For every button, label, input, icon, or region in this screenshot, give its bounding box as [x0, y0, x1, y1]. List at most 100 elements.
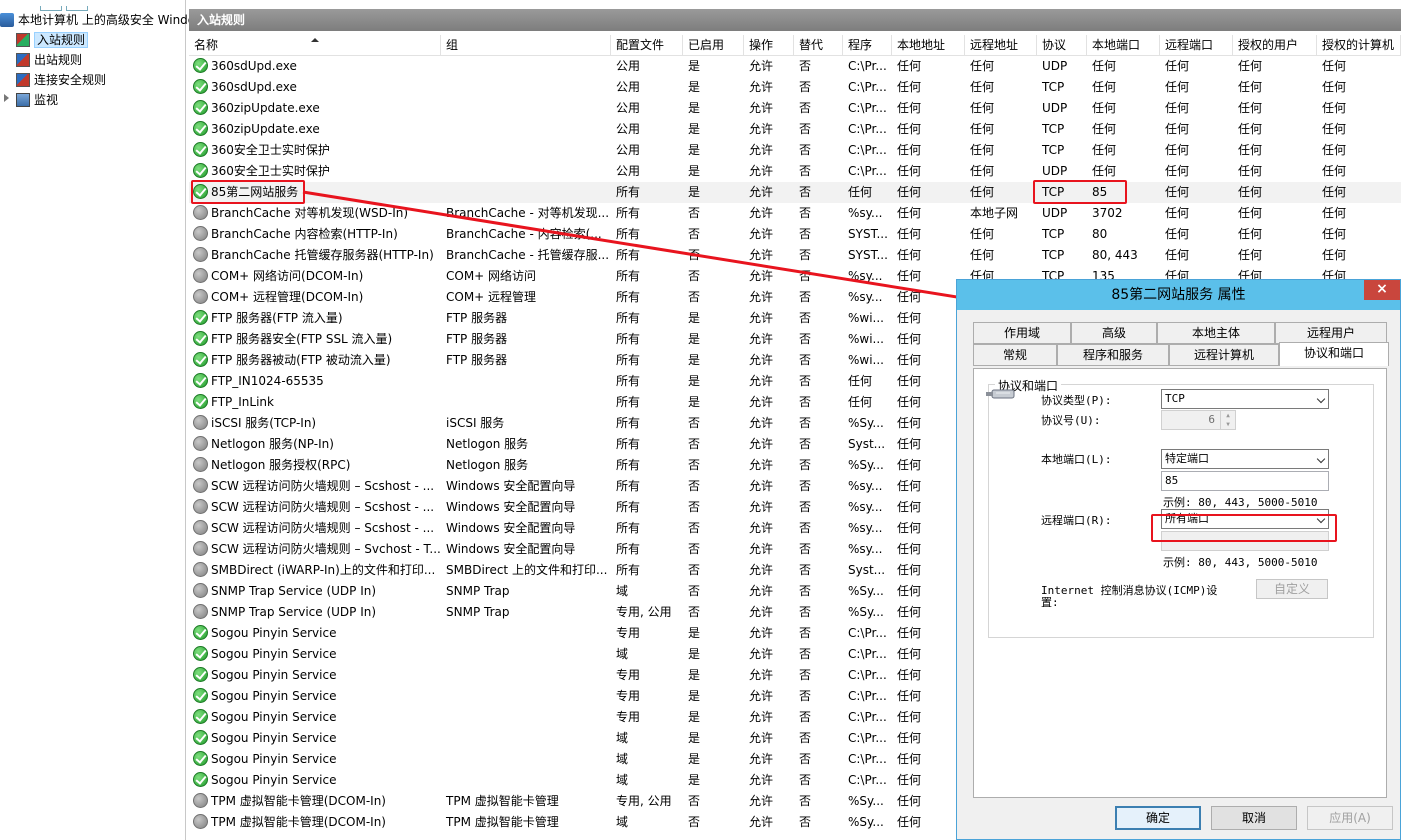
- rule-cell: 360sdUpd.exe: [189, 56, 441, 77]
- rule-cell: 允许: [749, 689, 774, 703]
- rule-cell: 是: [688, 311, 701, 325]
- rule-cell: TCP: [1042, 80, 1065, 94]
- rule-cell: 任何: [1238, 227, 1263, 241]
- tab-programs-services[interactable]: 程序和服务: [1057, 344, 1169, 366]
- rule-row[interactable]: BranchCache 托管缓存服务器(HTTP-In) BranchCache …: [189, 245, 1401, 266]
- customize-button[interactable]: 自定义: [1256, 579, 1328, 599]
- rule-cell: 任何: [1238, 164, 1263, 178]
- column-header-cell[interactable]: 远程地址: [965, 35, 1037, 56]
- rule-cell: C:\Pr...: [848, 80, 887, 94]
- rule-cell: 是: [688, 353, 701, 367]
- rule-cell: 任何: [970, 80, 995, 94]
- column-header-cell[interactable]: 远程端口: [1160, 35, 1233, 56]
- toolbar-remnant: [40, 0, 96, 11]
- rule-cell: 允许: [749, 794, 774, 808]
- column-header-cell[interactable]: 本地端口: [1087, 35, 1160, 56]
- column-header-cell[interactable]: 授权的计算机: [1317, 35, 1401, 56]
- rule-cell: 任何: [970, 227, 995, 241]
- rule-name: COM+ 网络访问(DCOM-In): [211, 269, 364, 283]
- rule-cell: 任何: [1092, 101, 1117, 115]
- rule-cell: 域: [616, 647, 629, 661]
- tab-protocols-ports[interactable]: 协议和端口: [1279, 342, 1389, 366]
- rule-row[interactable]: 360sdUpd.exe 公用 是 允许 否 C:\Pr... 任何 任何 TCP 任何 任何 任何 任…: [189, 77, 1401, 98]
- rule-cell: 否: [799, 101, 812, 115]
- rule-cell: 任何: [1322, 248, 1347, 262]
- column-header-cell[interactable]: 已启用: [683, 35, 744, 56]
- local-port-select[interactable]: 特定端口: [1161, 449, 1329, 469]
- rule-cell: 否: [799, 689, 812, 703]
- enabled-check-icon: [193, 394, 208, 409]
- disabled-rule-icon: [193, 478, 208, 493]
- rule-cell: C:\Pr...: [848, 710, 887, 724]
- protocol-number-spinner[interactable]: 6 ▲ ▼: [1161, 410, 1236, 430]
- local-port-input[interactable]: 85: [1161, 471, 1329, 491]
- rule-cell: Netlogon 服务(NP-In): [189, 434, 441, 455]
- tab-local-principals[interactable]: 本地主体: [1157, 322, 1275, 344]
- rule-cell: UDP: [1042, 164, 1068, 178]
- rule-name: FTP 服务器安全(FTP SSL 流入量): [211, 332, 393, 346]
- tab-advanced[interactable]: 高级: [1071, 322, 1157, 344]
- column-header-cell[interactable]: 配置文件: [611, 35, 683, 56]
- rule-cell: 否: [688, 479, 701, 493]
- tab-remote-computers[interactable]: 远程计算机: [1169, 344, 1279, 366]
- rule-row[interactable]: BranchCache 内容检索(HTTP-In) BranchCache - 内…: [189, 224, 1401, 245]
- close-button[interactable]: ×: [1364, 280, 1400, 300]
- rule-cell: %Sy...: [848, 605, 884, 619]
- rule-row[interactable]: 85第二网站服务 所有是允许否任何 任何 任何 TCP 85 任何 任何 任何: [189, 182, 1401, 203]
- rule-row[interactable]: 360zipUpdate.exe 公用 是 允许 否 C:\Pr... 任何 任何 TCP 任何 任…: [189, 119, 1401, 140]
- column-header-cell[interactable]: 替代: [794, 35, 843, 56]
- column-header-cell[interactable]: 组: [441, 35, 611, 56]
- spin-down-icon[interactable]: ▼: [1220, 420, 1235, 429]
- rule-row[interactable]: 360安全卫士实时保护 公用 是 允许 否 C:\Pr... 任何 任何 TCP 任何 任何 任何 任何: [189, 140, 1401, 161]
- rule-cell: 允许: [749, 143, 774, 157]
- tab-general[interactable]: 常规: [973, 344, 1057, 366]
- tree-item-inbound[interactable]: 入站规则: [16, 30, 89, 50]
- apply-button[interactable]: 应用(A): [1307, 806, 1393, 830]
- rule-row[interactable]: 360安全卫士实时保护 公用 是 允许 否 C:\Pr... 任何 任何 UDP 任何 任何 任何 任何: [189, 161, 1401, 182]
- rule-cell: 任何: [897, 500, 922, 514]
- rule-cell: 否: [799, 290, 812, 304]
- rule-cell: 否: [799, 311, 812, 325]
- rule-cell: 否: [799, 437, 812, 451]
- rule-cell: 否: [799, 752, 812, 766]
- tree-root[interactable]: 本地计算机 上的高级安全 Windows: [0, 10, 211, 30]
- rule-cell: 域: [616, 773, 629, 787]
- spin-up-icon[interactable]: ▲: [1220, 411, 1235, 420]
- column-header-cell[interactable]: 程序: [843, 35, 892, 56]
- rule-cell: TPM 虚拟智能卡管理(DCOM-In): [189, 812, 441, 833]
- rule-cell: [441, 770, 611, 791]
- tree-item-outbound[interactable]: 出站规则: [16, 50, 82, 70]
- column-header-cell[interactable]: 协议: [1037, 35, 1087, 56]
- rule-cell: 所有: [616, 332, 641, 346]
- rule-cell: 任何: [970, 143, 995, 157]
- rule-cell: 否: [799, 164, 812, 178]
- tree-item-monitor[interactable]: 监视: [16, 90, 58, 110]
- rule-cell: SCW 远程访问防火墙规则 – Scshost - ...: [189, 518, 441, 539]
- rule-cell: 否: [799, 584, 812, 598]
- rule-row[interactable]: 360sdUpd.exe 公用 是 允许 否 C:\Pr... 任何 任何 UDP 任何 任何 任何 任…: [189, 56, 1401, 77]
- rule-cell: 允许: [749, 773, 774, 787]
- rule-cell: 否: [799, 122, 812, 136]
- rule-cell: 否: [799, 227, 812, 241]
- protocol-type-select[interactable]: TCP: [1161, 389, 1329, 409]
- rule-cell: SNMP Trap: [446, 605, 510, 619]
- column-header-cell[interactable]: 授权的用户: [1233, 35, 1317, 56]
- tree-item-connection-security[interactable]: 连接安全规则: [16, 70, 106, 90]
- rule-row[interactable]: 360zipUpdate.exe 公用 是 允许 否 C:\Pr... 任何 任何 UDP 任何 任…: [189, 98, 1401, 119]
- column-header-cell[interactable]: 本地地址: [892, 35, 965, 56]
- rule-cell: FTP 服务器安全(FTP SSL 流入量): [189, 329, 441, 350]
- cancel-button[interactable]: 取消: [1211, 806, 1297, 830]
- rule-name: SCW 远程访问防火墙规则 – Scshost - ...: [211, 500, 435, 514]
- expand-icon[interactable]: [4, 94, 9, 102]
- rule-cell: 否: [688, 500, 701, 514]
- rule-cell: Sogou Pinyin Service: [189, 665, 441, 686]
- tab-remote-users[interactable]: 远程用户: [1275, 322, 1387, 344]
- tab-scope[interactable]: 作用域: [973, 322, 1071, 344]
- rule-row[interactable]: BranchCache 对等机发现(WSD-In) BranchCache - 对…: [189, 203, 1401, 224]
- column-header-cell[interactable]: 操作: [744, 35, 794, 56]
- ok-button[interactable]: 确定: [1115, 806, 1201, 830]
- rule-cell: 是: [688, 752, 701, 766]
- rule-name: Netlogon 服务授权(RPC): [211, 458, 351, 472]
- rule-cell: 任何: [1238, 80, 1263, 94]
- connection-security-icon: [16, 73, 30, 87]
